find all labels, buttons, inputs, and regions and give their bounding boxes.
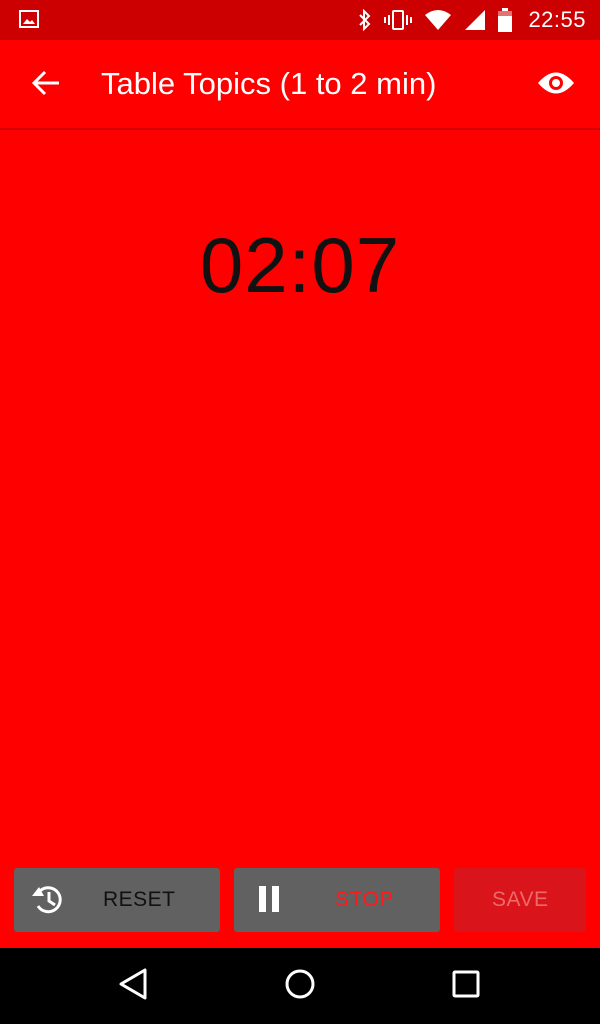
battery-icon [498, 8, 513, 32]
status-time: 22:55 [528, 7, 586, 32]
timer-display: 02:07 [199, 221, 401, 309]
history-icon [30, 882, 66, 918]
nav-back-icon [117, 967, 149, 1006]
stop-button[interactable]: STOP [234, 868, 440, 932]
nav-recents-button[interactable] [446, 966, 486, 1006]
vibrate-icon [384, 9, 413, 31]
bluetooth-icon [358, 9, 372, 31]
arrow-back-icon [31, 70, 61, 101]
screen: 22:55 Table Topics (1 to 2 min) 02:07 RE… [0, 0, 600, 1024]
nav-recents-icon [450, 968, 482, 1005]
signal-icon [464, 9, 486, 31]
eye-icon [537, 70, 575, 101]
app-bar: Table Topics (1 to 2 min) [0, 40, 600, 130]
visibility-toggle-button[interactable] [528, 61, 584, 109]
gallery-icon [19, 10, 39, 33]
stop-button-label: STOP [335, 888, 394, 911]
back-button[interactable] [22, 61, 70, 109]
nav-back-button[interactable] [113, 966, 153, 1006]
save-button-label: SAVE [492, 888, 549, 911]
status-bar: 22:55 [0, 0, 600, 40]
nav-home-icon [283, 967, 317, 1006]
pause-icon [250, 882, 286, 918]
save-button[interactable]: SAVE [454, 868, 586, 932]
reset-button-label: RESET [103, 888, 176, 911]
navigation-bar [0, 948, 600, 1024]
wifi-icon [424, 9, 452, 31]
status-icons: 22:55 [358, 0, 586, 40]
reset-button[interactable]: RESET [14, 868, 220, 932]
nav-home-button[interactable] [280, 966, 320, 1006]
page-title: Table Topics (1 to 2 min) [101, 66, 437, 101]
